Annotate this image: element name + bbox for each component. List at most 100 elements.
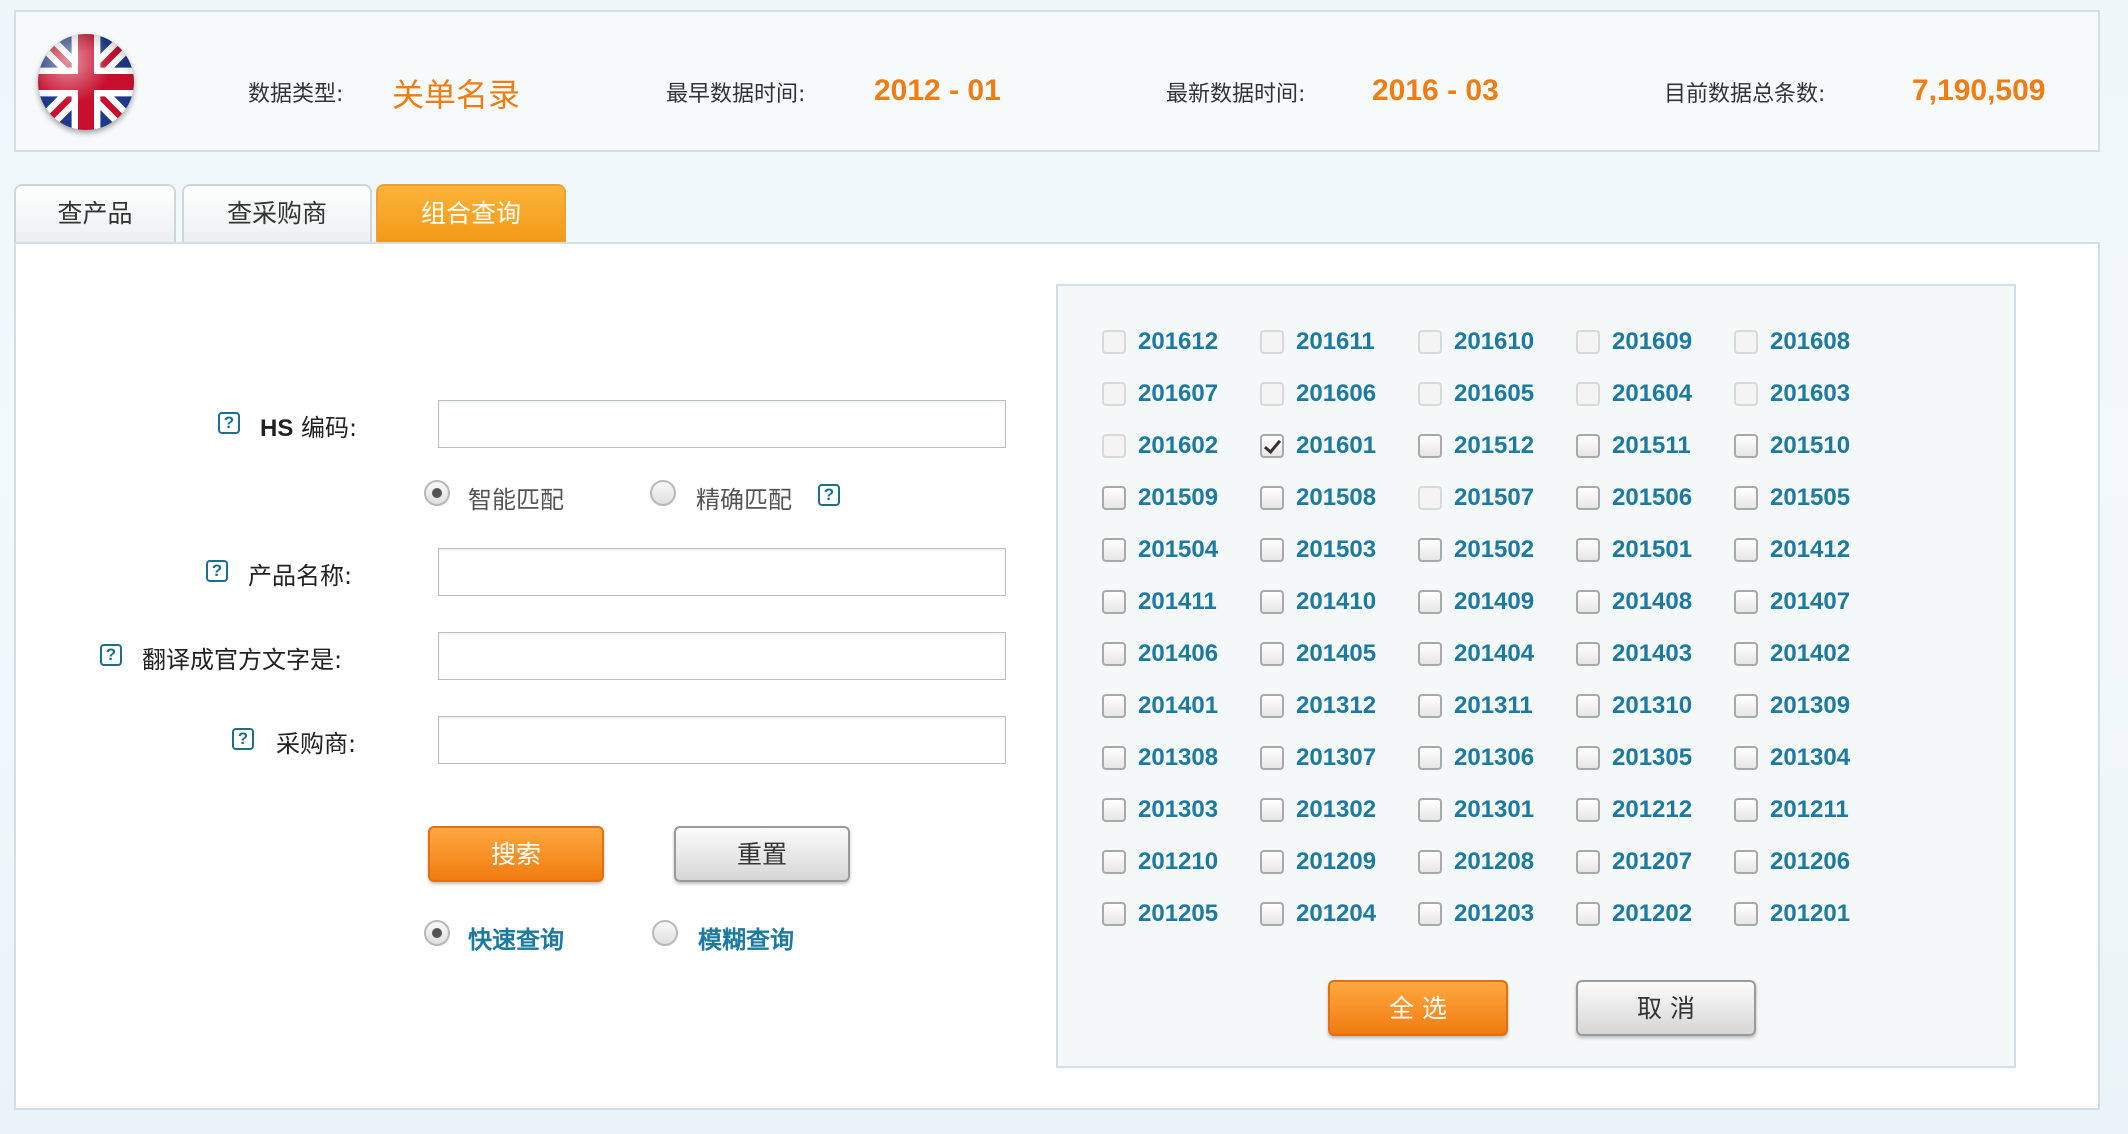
date-checkbox[interactable]	[1418, 590, 1442, 614]
date-checkbox[interactable]	[1260, 694, 1284, 718]
date-option[interactable]: 201504	[1102, 536, 1260, 564]
date-option[interactable]: 201303	[1102, 796, 1260, 824]
date-option[interactable]: 201401	[1102, 692, 1260, 720]
smart-match-radio[interactable]	[424, 480, 450, 506]
date-option[interactable]: 201302	[1260, 796, 1418, 824]
date-checkbox[interactable]	[1260, 746, 1284, 770]
date-option[interactable]: 201512	[1418, 432, 1576, 460]
date-option[interactable]: 201207	[1576, 848, 1734, 876]
exact-match-label[interactable]: 精确匹配	[696, 480, 792, 515]
translate-input[interactable]	[438, 632, 1006, 680]
buyer-help-icon[interactable]: ?	[232, 728, 254, 750]
date-option[interactable]: 201601	[1260, 432, 1418, 460]
date-checkbox[interactable]	[1418, 798, 1442, 822]
exact-match-radio[interactable]	[650, 480, 676, 506]
date-option[interactable]: 201201	[1734, 900, 1892, 928]
date-checkbox[interactable]	[1418, 642, 1442, 666]
hs-code-help-icon[interactable]: ?	[218, 412, 240, 434]
date-option[interactable]: 201206	[1734, 848, 1892, 876]
date-option[interactable]: 201305	[1576, 744, 1734, 772]
date-option[interactable]: 201501	[1576, 536, 1734, 564]
date-option[interactable]: 201407	[1734, 588, 1892, 616]
date-option[interactable]: 201403	[1576, 640, 1734, 668]
date-option[interactable]: 201408	[1576, 588, 1734, 616]
date-checkbox[interactable]	[1418, 434, 1442, 458]
date-checkbox[interactable]	[1260, 798, 1284, 822]
date-option[interactable]: 201204	[1260, 900, 1418, 928]
date-option[interactable]: 201211	[1734, 796, 1892, 824]
date-option[interactable]: 201508	[1260, 484, 1418, 512]
date-option[interactable]: 201505	[1734, 484, 1892, 512]
date-option[interactable]: 201404	[1418, 640, 1576, 668]
fuzzy-query-radio[interactable]	[652, 920, 678, 946]
quick-query-radio[interactable]	[424, 920, 450, 946]
date-option[interactable]: 201502	[1418, 536, 1576, 564]
date-checkbox[interactable]	[1260, 434, 1284, 458]
date-checkbox[interactable]	[1734, 642, 1758, 666]
date-option[interactable]: 201506	[1576, 484, 1734, 512]
date-checkbox[interactable]	[1102, 850, 1126, 874]
date-checkbox[interactable]	[1102, 486, 1126, 510]
date-option[interactable]: 201205	[1102, 900, 1260, 928]
date-checkbox[interactable]	[1102, 590, 1126, 614]
date-option[interactable]: 201412	[1734, 536, 1892, 564]
date-checkbox[interactable]	[1734, 538, 1758, 562]
date-option[interactable]: 201301	[1418, 796, 1576, 824]
date-checkbox[interactable]	[1102, 798, 1126, 822]
date-option[interactable]: 201509	[1102, 484, 1260, 512]
product-name-input[interactable]	[438, 548, 1006, 596]
date-option[interactable]: 201202	[1576, 900, 1734, 928]
date-checkbox[interactable]	[1734, 694, 1758, 718]
date-option[interactable]: 201307	[1260, 744, 1418, 772]
match-help-icon[interactable]: ?	[818, 484, 840, 506]
date-option[interactable]: 201208	[1418, 848, 1576, 876]
date-option[interactable]: 201308	[1102, 744, 1260, 772]
date-checkbox[interactable]	[1102, 538, 1126, 562]
date-checkbox[interactable]	[1102, 902, 1126, 926]
date-option[interactable]: 201510	[1734, 432, 1892, 460]
product-name-help-icon[interactable]: ?	[206, 560, 228, 582]
date-option[interactable]: 201405	[1260, 640, 1418, 668]
date-option[interactable]: 201309	[1734, 692, 1892, 720]
date-checkbox[interactable]	[1260, 590, 1284, 614]
date-checkbox[interactable]	[1576, 902, 1600, 926]
fuzzy-query-label[interactable]: 模糊查询	[698, 920, 794, 955]
date-checkbox[interactable]	[1734, 590, 1758, 614]
date-checkbox[interactable]	[1102, 642, 1126, 666]
date-checkbox[interactable]	[1418, 694, 1442, 718]
date-checkbox[interactable]	[1418, 902, 1442, 926]
date-checkbox[interactable]	[1576, 590, 1600, 614]
date-option[interactable]: 201503	[1260, 536, 1418, 564]
tab-product[interactable]: 查产品	[14, 184, 176, 242]
quick-query-label[interactable]: 快速查询	[468, 920, 564, 955]
date-checkbox[interactable]	[1260, 538, 1284, 562]
select-all-button[interactable]: 全 选	[1328, 980, 1508, 1036]
reset-button[interactable]: 重置	[674, 826, 850, 882]
date-option[interactable]: 201406	[1102, 640, 1260, 668]
date-checkbox[interactable]	[1734, 902, 1758, 926]
date-checkbox[interactable]	[1260, 486, 1284, 510]
date-option[interactable]: 201304	[1734, 744, 1892, 772]
date-option[interactable]: 201409	[1418, 588, 1576, 616]
date-checkbox[interactable]	[1576, 486, 1600, 510]
date-checkbox[interactable]	[1734, 434, 1758, 458]
date-checkbox[interactable]	[1260, 642, 1284, 666]
date-option[interactable]: 201312	[1260, 692, 1418, 720]
date-option[interactable]: 201311	[1418, 692, 1576, 720]
date-checkbox[interactable]	[1260, 902, 1284, 926]
date-checkbox[interactable]	[1576, 798, 1600, 822]
date-option[interactable]: 201511	[1576, 432, 1734, 460]
cancel-button[interactable]: 取 消	[1576, 980, 1756, 1036]
date-option[interactable]: 201310	[1576, 692, 1734, 720]
date-checkbox[interactable]	[1102, 694, 1126, 718]
smart-match-label[interactable]: 智能匹配	[468, 480, 564, 515]
date-option[interactable]: 201306	[1418, 744, 1576, 772]
date-checkbox[interactable]	[1576, 642, 1600, 666]
date-option[interactable]: 201410	[1260, 588, 1418, 616]
tab-buyer[interactable]: 查采购商	[182, 184, 372, 242]
date-checkbox[interactable]	[1418, 850, 1442, 874]
search-button[interactable]: 搜索	[428, 826, 604, 882]
buyer-input[interactable]	[438, 716, 1006, 764]
date-option[interactable]: 201411	[1102, 588, 1260, 616]
date-checkbox[interactable]	[1260, 850, 1284, 874]
